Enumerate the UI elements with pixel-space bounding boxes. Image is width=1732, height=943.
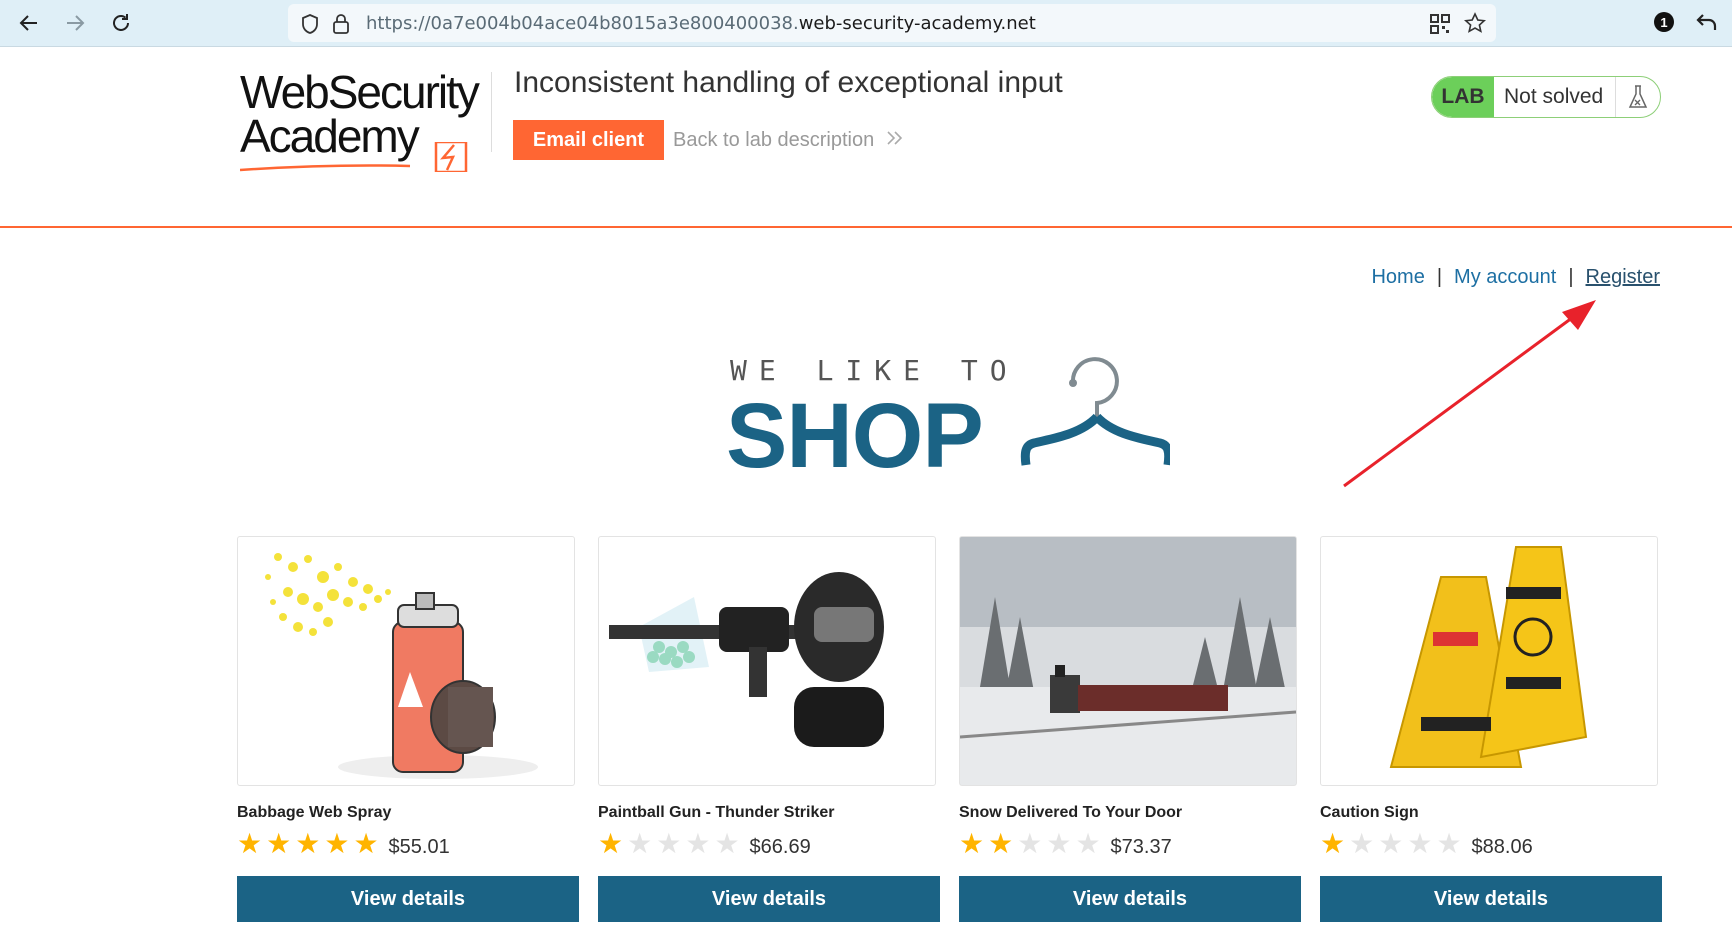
back-link-label: Back to lab description [673, 129, 875, 151]
star-icon: ★ [353, 827, 379, 860]
star-icon: ★ [598, 827, 624, 860]
qr-code-icon[interactable] [1430, 14, 1450, 39]
nav-separator: | [1436, 266, 1443, 288]
star-icon: ★ [1349, 827, 1375, 860]
red-annotation-arrow [1343, 300, 1596, 488]
logo-line1: WebSecurity [240, 66, 480, 118]
url-text[interactable]: https://0a7e004b04ace04b8015a3e800400038… [366, 13, 1036, 34]
reload-icon[interactable] [108, 10, 134, 36]
lock-icon[interactable] [332, 13, 350, 40]
product-rating: ★ ★ ★ ★ ★ $55.01 [237, 829, 577, 859]
web-security-academy-logo[interactable]: WebSecurity Academy [240, 66, 500, 172]
bookmark-star-icon[interactable] [1463, 12, 1487, 39]
undo-arrow-icon[interactable] [1696, 12, 1718, 37]
product-name: Paintball Gun - Thunder Striker [598, 804, 835, 821]
star-icon: ★ [1046, 827, 1072, 860]
nav-my-account-link[interactable]: My account [1454, 266, 1556, 288]
product-image-snow-train[interactable] [959, 536, 1297, 786]
product-name: Snow Delivered To Your Door [959, 804, 1183, 821]
forward-arrow-icon[interactable] [62, 10, 88, 36]
view-details-button[interactable]: View details [598, 876, 940, 922]
star-icon: ★ [266, 827, 292, 860]
star-icon: ★ [1378, 827, 1404, 860]
star-icon: ★ [627, 827, 653, 860]
view-details-button[interactable]: View details [1320, 876, 1662, 922]
star-icon: ★ [1017, 827, 1043, 860]
product-rating: ★ ★ ★ ★ ★ $66.69 [598, 829, 938, 859]
shield-icon[interactable] [300, 13, 320, 40]
view-details-button[interactable]: View details [237, 876, 579, 922]
product-card: Babbage Web Spray ★ ★ ★ ★ ★ $55.01 [237, 536, 577, 859]
product-image-spray[interactable] [237, 536, 575, 786]
product-rating: ★ ★ ★ ★ ★ $88.06 [1320, 829, 1660, 859]
lab-status-badge: LAB Not solved [1431, 76, 1661, 118]
product-name: Caution Sign [1320, 804, 1419, 821]
header-divider [491, 72, 492, 152]
browser-toolbar: https://0a7e004b04ace04b8015a3e800400038… [0, 0, 1732, 47]
star-icon: ★ [1320, 827, 1346, 860]
header-orange-rule [0, 226, 1732, 228]
product-image-paintball-gun[interactable] [598, 536, 936, 786]
product-rating: ★ ★ ★ ★ ★ $73.37 [959, 829, 1299, 859]
lab-status-text: Not solved [1504, 85, 1604, 108]
address-bar[interactable]: https://0a7e004b04ace04b8015a3e800400038… [288, 4, 1496, 42]
logo-underline-bolt-icon [240, 142, 468, 172]
back-arrow-icon[interactable] [16, 10, 42, 36]
lab-label: LAB [1432, 77, 1494, 117]
product-price: $73.37 [1110, 835, 1172, 858]
star-icon: ★ [1407, 827, 1433, 860]
flask-icon [1615, 77, 1660, 117]
product-card: Paintball Gun - Thunder Striker ★ ★ ★ ★ ★ $6… [598, 536, 938, 859]
view-details-button[interactable]: View details [959, 876, 1301, 922]
star-icon: ★ [685, 827, 711, 860]
product-card: Snow Delivered To Your Door ★ ★ ★ ★ ★ $73.37 [959, 536, 1299, 859]
star-icon: ★ [656, 827, 682, 860]
star-icon: ★ [1075, 827, 1101, 860]
site-navigation: Home | My account | Register [1371, 266, 1660, 289]
banner-tagline: WE LIKE TO [730, 354, 1019, 387]
star-icon: ★ [988, 827, 1014, 860]
product-card: Caution Sign ★ ★ ★ ★ ★ $88.06 [1320, 536, 1660, 859]
star-icon: ★ [1436, 827, 1462, 860]
double-chevron-right-icon [886, 129, 904, 152]
email-client-button[interactable]: Email client [513, 120, 664, 160]
back-to-lab-description-link[interactable]: Back to lab description [673, 129, 904, 152]
star-icon: ★ [295, 827, 321, 860]
nav-separator: | [1568, 266, 1574, 288]
coat-hanger-icon [1020, 357, 1170, 466]
nav-home-link[interactable]: Home [1371, 266, 1424, 288]
star-icon: ★ [237, 827, 263, 860]
banner-shop-title: SHOP [726, 385, 984, 487]
star-icon: ★ [714, 827, 740, 860]
star-icon: ★ [324, 827, 350, 860]
product-price: $55.01 [388, 835, 450, 858]
url-host: web-security-academy.net [798, 13, 1036, 34]
product-image-caution-sign[interactable] [1320, 536, 1658, 786]
url-prefix: https://0a7e004b04ace04b8015a3e800400038… [366, 13, 799, 34]
product-price: $88.06 [1471, 835, 1533, 858]
notification-badge[interactable]: 1 [1654, 12, 1674, 32]
product-name: Babbage Web Spray [237, 804, 392, 821]
nav-register-link[interactable]: Register [1586, 266, 1660, 288]
lab-title: Inconsistent handling of exceptional inp… [514, 66, 1063, 99]
star-icon: ★ [959, 827, 985, 860]
product-price: $66.69 [749, 835, 811, 858]
